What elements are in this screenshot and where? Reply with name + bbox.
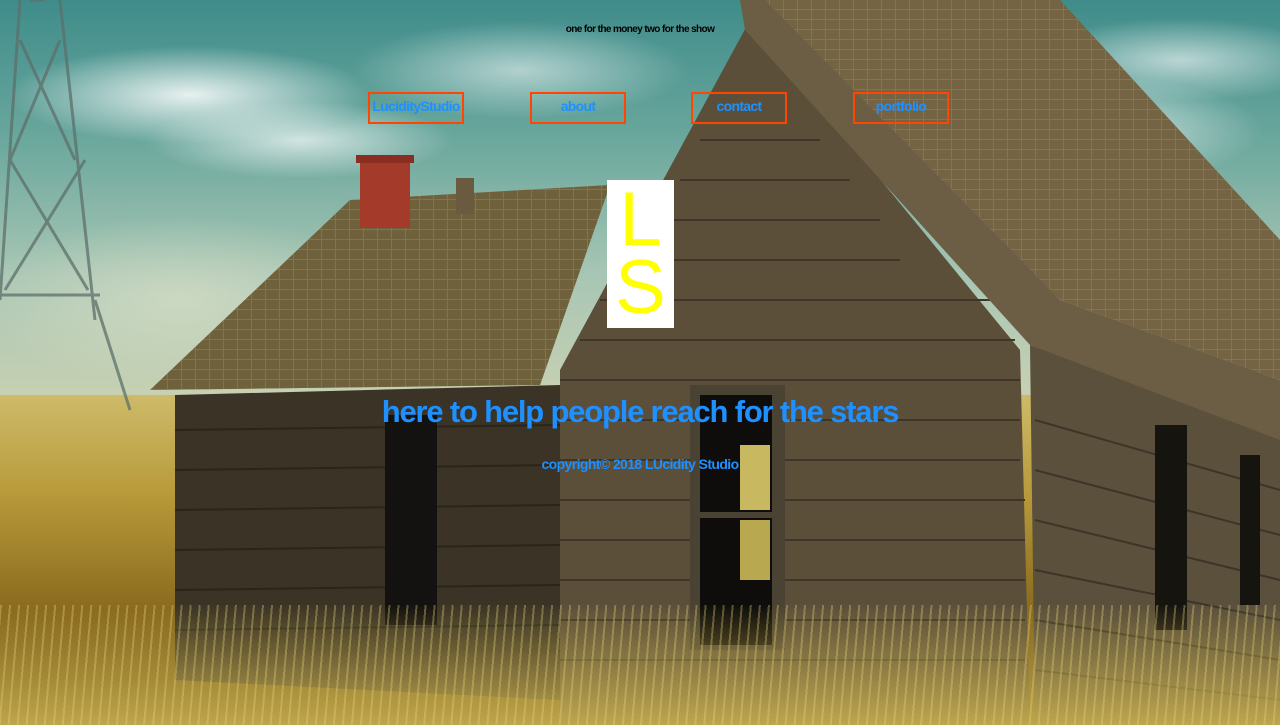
copyright-text: copyright© 2018 LUcidity Studio: [541, 456, 739, 472]
logo-letter-s: S: [615, 245, 666, 330]
nav-link-contact[interactable]: contact: [691, 92, 787, 124]
background-image: [0, 0, 1280, 725]
site-logo: L S: [607, 180, 674, 328]
hero-headline: here to help people reach for the stars: [381, 394, 900, 429]
nav-link-portfolio[interactable]: portfolio: [853, 92, 949, 124]
site-tagline: one for the money two for the show: [565, 24, 715, 35]
nav-link-about[interactable]: about: [530, 92, 626, 124]
foreground-grass: [0, 605, 1280, 725]
nav-link-luciditystudio[interactable]: LucidityStudio: [368, 92, 464, 124]
